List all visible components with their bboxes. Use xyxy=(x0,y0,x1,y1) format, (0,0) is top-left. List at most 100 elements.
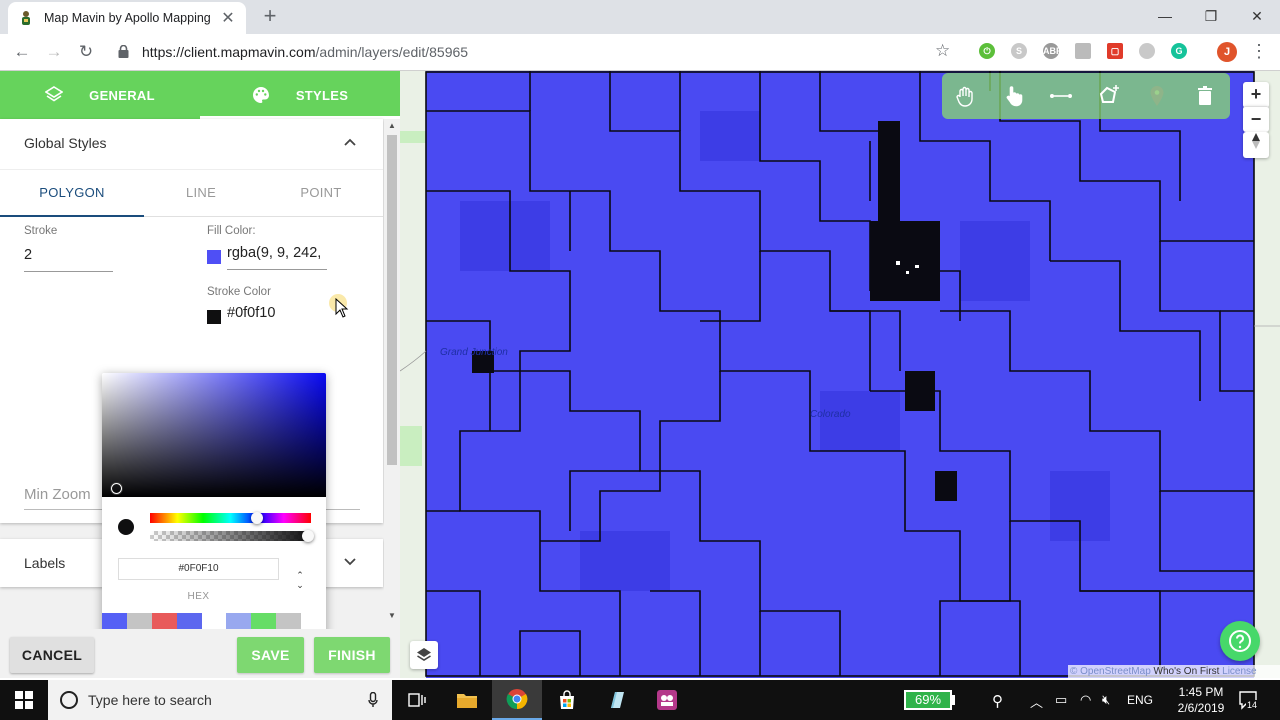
store-icon[interactable] xyxy=(542,680,592,720)
fill-color-label: Fill Color: xyxy=(207,225,256,237)
extension-screenshot-icon[interactable] xyxy=(1075,43,1091,59)
clock-date: 2/6/2019 xyxy=(1177,701,1225,715)
extension-adblock-icon[interactable]: ABP xyxy=(1043,43,1062,59)
census-polygons-layer[interactable] xyxy=(400,71,1280,678)
address-bar[interactable]: https://client.mapmavin.com/admin/layers… xyxy=(142,44,468,60)
subtab-point[interactable]: POINT xyxy=(257,170,385,218)
restore-window-button[interactable]: ❐ xyxy=(1188,4,1234,28)
help-button[interactable] xyxy=(1220,621,1260,661)
hex-input[interactable]: #0F0F10 xyxy=(118,558,279,580)
volume-muted-icon[interactable]: 🔇︎ xyxy=(1102,692,1110,708)
minimize-window-button[interactable]: — xyxy=(1142,4,1188,28)
taskbar-search-box[interactable]: Type here to search xyxy=(48,680,392,720)
reload-button[interactable]: ↻ xyxy=(74,40,98,64)
close-window-button[interactable]: ✕ xyxy=(1234,4,1280,28)
zoom-in-button[interactable]: + xyxy=(1243,82,1269,108)
whos-on-first-text: Who's On First xyxy=(1153,666,1220,677)
stroke-color-label: Stroke Color xyxy=(207,286,271,298)
app-blue-icon[interactable] xyxy=(592,680,642,720)
help-question-icon xyxy=(1229,630,1251,652)
stroke-input[interactable]: 2 xyxy=(24,247,32,263)
clock-time: 1:45 PM xyxy=(1178,685,1224,699)
scrollbar-thumb[interactable] xyxy=(387,135,397,465)
chrome-taskbar-icon[interactable] xyxy=(492,680,542,720)
battery-tray-icon[interactable]: ▭ xyxy=(1055,692,1067,708)
new-tab-button[interactable]: + xyxy=(258,5,282,27)
compass-reset-icon[interactable] xyxy=(1243,132,1269,158)
scroll-up-arrow-icon[interactable]: ▲ xyxy=(388,121,396,130)
extension-gray-icon[interactable] xyxy=(1139,43,1155,59)
draw-polygon-icon[interactable] xyxy=(1096,83,1122,109)
alpha-slider[interactable] xyxy=(150,531,311,541)
tab-general-label: GENERAL xyxy=(89,87,155,103)
finish-button[interactable]: FINISH xyxy=(314,637,390,673)
hue-slider[interactable] xyxy=(150,513,311,523)
extension-green-icon[interactable]: ⏻ xyxy=(979,43,995,59)
wifi-icon[interactable]: ◠ xyxy=(1080,692,1091,708)
chevron-up-icon[interactable] xyxy=(344,133,356,149)
styles-scroll-area: Global Styles POLYGON LINE POINT Stroke … xyxy=(0,119,384,678)
tab-general[interactable]: GENERAL xyxy=(0,71,200,119)
tab-close-icon[interactable]: ✕ xyxy=(220,8,236,28)
extension-office-icon[interactable]: ▢ xyxy=(1107,43,1123,59)
fill-color-underline xyxy=(227,269,327,270)
saturation-cursor[interactable] xyxy=(111,483,122,494)
extension-skype-icon[interactable]: S xyxy=(1011,43,1027,59)
saturation-value-area[interactable] xyxy=(102,373,326,497)
forward-button[interactable]: → xyxy=(42,40,66,64)
draw-line-icon[interactable] xyxy=(1048,83,1074,109)
stroke-color-swatch[interactable] xyxy=(207,310,221,324)
show-hidden-icons-chevron-icon[interactable]: ︿ xyxy=(1030,692,1043,711)
people-icon[interactable]: ⚲ xyxy=(992,692,1003,710)
alpha-slider-handle[interactable] xyxy=(302,530,314,542)
stroke-color-input[interactable]: #0f0f10 xyxy=(227,305,275,321)
tab-styles[interactable]: STYLES xyxy=(200,71,400,119)
extension-grammarly-icon[interactable]: G xyxy=(1171,43,1187,59)
windows-logo-icon xyxy=(15,691,33,709)
app-purple-icon[interactable] xyxy=(642,680,692,720)
hue-slider-handle[interactable] xyxy=(251,512,263,524)
panel-scrollbar[interactable]: ▲ ▼ xyxy=(384,119,400,629)
cortana-circle-icon xyxy=(60,691,78,709)
subtab-line[interactable]: LINE xyxy=(137,170,265,218)
draw-toolbar xyxy=(942,73,1230,119)
panel-action-bar: CANCEL SAVE FINISH xyxy=(0,629,400,678)
panel-tab-bar: GENERAL STYLES xyxy=(0,71,400,119)
draw-marker-icon[interactable] xyxy=(1144,83,1170,109)
profile-avatar[interactable]: J xyxy=(1217,42,1237,62)
scroll-down-arrow-icon[interactable]: ▼ xyxy=(388,611,396,620)
global-styles-title[interactable]: Global Styles xyxy=(24,135,106,151)
pan-hand-icon[interactable] xyxy=(952,83,978,109)
fill-color-input[interactable]: rgba(9, 9, 242, xyxy=(227,245,321,261)
system-clock[interactable]: 1:45 PM 2/6/2019 xyxy=(1170,684,1232,716)
mode-toggle-icon[interactable]: ⌃ ⌄ xyxy=(292,570,308,590)
cancel-button[interactable]: CANCEL xyxy=(10,637,94,673)
battery-indicator[interactable]: 69% xyxy=(904,690,952,710)
save-button[interactable]: SAVE xyxy=(237,637,304,673)
delete-trash-icon[interactable] xyxy=(1192,83,1218,109)
language-indicator[interactable]: ENG xyxy=(1127,693,1153,707)
start-button[interactable] xyxy=(0,680,48,720)
file-explorer-icon[interactable] xyxy=(442,680,492,720)
fill-color-swatch[interactable] xyxy=(207,250,221,264)
layer-switcher-button[interactable] xyxy=(410,641,438,669)
subtab-polygon[interactable]: POLYGON xyxy=(8,170,136,218)
labels-title: Labels xyxy=(24,555,66,571)
mouse-cursor-icon xyxy=(335,298,349,318)
bookmark-star-icon[interactable]: ☆ xyxy=(935,41,950,61)
back-button[interactable]: ← xyxy=(10,40,34,64)
microphone-icon[interactable] xyxy=(368,692,378,708)
browser-menu-icon[interactable]: ⋮ xyxy=(1250,41,1268,62)
lock-icon[interactable] xyxy=(118,45,129,58)
task-view-icon[interactable] xyxy=(392,680,442,720)
zoom-out-button[interactable]: − xyxy=(1243,106,1269,132)
select-pointer-icon[interactable] xyxy=(1000,83,1026,109)
map-attribution: © OpenStreetMap Who's On First License xyxy=(1068,665,1280,678)
browser-tab[interactable]: Map Mavin by Apollo Mapping ✕ xyxy=(8,2,246,34)
chevron-down-icon[interactable] xyxy=(344,553,356,569)
map-canvas[interactable]: Grand Junction Colorado xyxy=(400,71,1280,678)
license-link[interactable]: License xyxy=(1222,666,1256,677)
openstreetmap-link[interactable]: OpenStreetMap xyxy=(1080,666,1151,677)
browser-tab-bar: Map Mavin by Apollo Mapping ✕ + — ❐ ✕ xyxy=(0,0,1280,34)
current-color-preview xyxy=(118,519,134,535)
